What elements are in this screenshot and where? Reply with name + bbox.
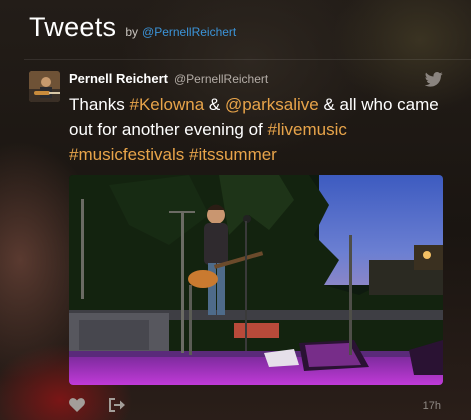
- tweets-widget: Tweets by @PernellReichert Pernell Reich…: [0, 0, 471, 420]
- tweet-text: Thanks #Kelowna & @parksalive & all who …: [69, 92, 449, 167]
- hashtag-link[interactable]: #livemusic: [267, 120, 346, 139]
- hashtag-link[interactable]: #Kelowna: [129, 95, 204, 114]
- author-handle[interactable]: @PernellReichert: [174, 72, 268, 86]
- by-label: by: [125, 25, 139, 39]
- author-name[interactable]: Pernell Reichert: [69, 71, 168, 86]
- tweet-text-segment: &: [204, 95, 225, 114]
- share-icon[interactable]: [109, 398, 125, 412]
- mention-link[interactable]: @parksalive: [225, 95, 319, 114]
- tweet-timestamp[interactable]: 17h: [423, 400, 441, 412]
- hashtag-link[interactable]: #itssummer: [189, 145, 277, 164]
- author: Pernell Reichert @PernellReichert: [69, 71, 268, 86]
- avatar[interactable]: [29, 71, 60, 102]
- tweet-photo[interactable]: [69, 175, 443, 385]
- tweet-text-segment: Thanks: [69, 95, 130, 114]
- twitter-bird-icon[interactable]: [425, 72, 443, 87]
- header-divider: [24, 59, 471, 60]
- heart-icon[interactable]: [69, 398, 85, 412]
- tweet-actions: 17h: [69, 398, 443, 416]
- widget-header: Tweets by @PernellReichert: [29, 12, 236, 43]
- hashtag-link[interactable]: #musicfestivals: [69, 145, 184, 164]
- widget-title: Tweets: [29, 12, 117, 42]
- owner-handle-link[interactable]: @PernellReichert: [142, 25, 236, 39]
